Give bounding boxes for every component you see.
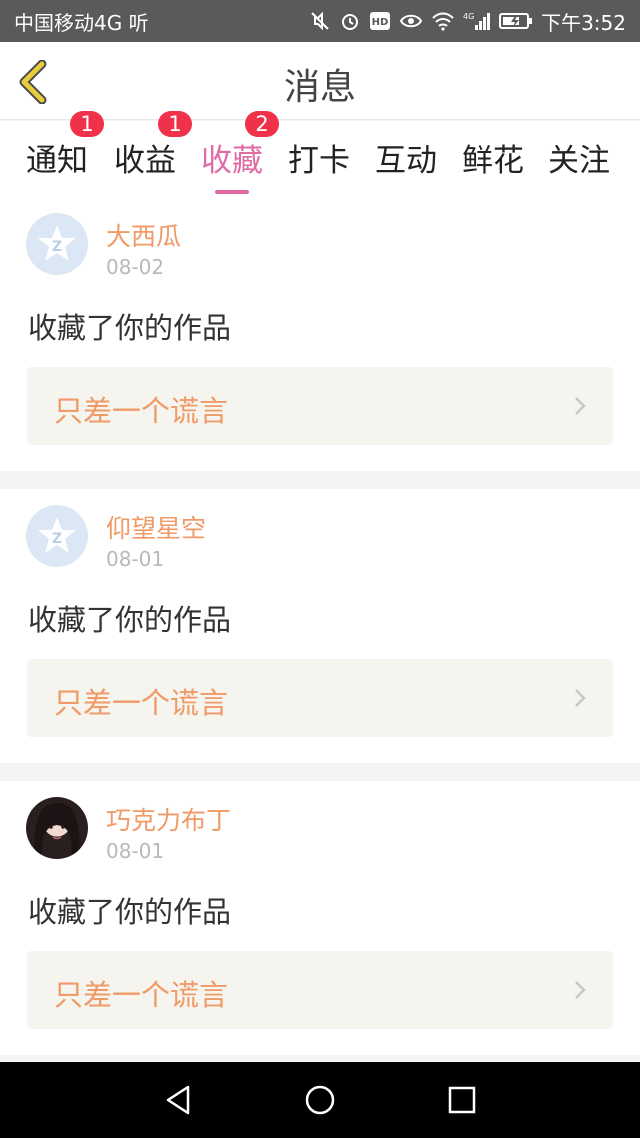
signal-4g-icon: 4G — [463, 10, 491, 32]
tab-notifications[interactable]: 通知 1 — [26, 111, 104, 180]
nav-recents-icon[interactable] — [444, 1082, 480, 1118]
tab-favorites[interactable]: 收藏 2 — [201, 111, 279, 194]
tab-interactions[interactable]: 互动 — [375, 135, 437, 180]
tab-earnings[interactable]: 收益 1 — [114, 111, 192, 180]
eye-icon — [399, 10, 423, 32]
tab-bar: 通知 1 收益 1 收藏 2 打卡 互动 鲜花 关注 — [0, 111, 640, 197]
status-icons: HD 4G 下午3:52 — [309, 7, 626, 36]
nav-home-icon[interactable] — [302, 1082, 338, 1118]
message-item: Z 大西瓜 08-02 收藏了你的作品 只差一个谎言 — [0, 197, 640, 471]
tab-label: 收藏 — [201, 143, 263, 179]
message-item: Z 仰望星空 08-01 收藏了你的作品 只差一个谎言 — [0, 489, 640, 763]
svg-text:Z: Z — [52, 239, 62, 255]
chevron-right-icon — [575, 981, 586, 999]
active-tab-indicator — [215, 190, 249, 194]
carrier-label: 中国移动4G 听 — [14, 10, 149, 35]
mute-icon — [309, 10, 331, 32]
system-nav-bar — [0, 1062, 640, 1138]
chevron-right-icon — [575, 397, 586, 415]
svg-text:4G: 4G — [463, 12, 474, 21]
message-text: 收藏了你的作品 — [28, 895, 232, 929]
username[interactable]: 仰望星空 — [106, 509, 206, 545]
page-title: 消息 — [283, 67, 356, 108]
alarm-icon — [339, 10, 361, 32]
username[interactable]: 巧克力布丁 — [106, 801, 231, 837]
unread-badge: 1 — [70, 111, 104, 137]
unread-badge: 1 — [158, 111, 192, 137]
message-date: 08-01 — [106, 547, 165, 571]
tab-flowers[interactable]: 鲜花 — [462, 135, 524, 180]
tab-label: 互动 — [375, 143, 437, 179]
unread-badge: 2 — [245, 111, 279, 137]
work-link[interactable]: 只差一个谎言 — [27, 367, 613, 445]
default-avatar-icon[interactable]: Z — [26, 505, 88, 567]
tab-checkin[interactable]: 打卡 — [288, 135, 350, 180]
message-text: 收藏了你的作品 — [28, 311, 232, 345]
tab-label: 打卡 — [288, 143, 350, 179]
clock: 下午3:52 — [541, 10, 626, 35]
work-link[interactable]: 只差一个谎言 — [27, 659, 613, 737]
work-title: 只差一个谎言 — [54, 394, 229, 428]
nav-back-icon[interactable] — [160, 1082, 196, 1118]
work-link[interactable]: 只差一个谎言 — [27, 951, 613, 1029]
default-avatar-icon[interactable]: Z — [26, 213, 88, 275]
work-title: 只差一个谎言 — [54, 978, 229, 1012]
battery-charging-icon — [499, 10, 533, 32]
hd-icon: HD — [369, 10, 391, 32]
username[interactable]: 大西瓜 — [106, 217, 181, 253]
user-avatar[interactable] — [26, 797, 88, 859]
message-text: 收藏了你的作品 — [28, 603, 232, 637]
work-title: 只差一个谎言 — [54, 686, 229, 720]
message-item: 巧克力布丁 08-01 收藏了你的作品 只差一个谎言 — [0, 781, 640, 1055]
tab-following[interactable]: 关注 — [548, 135, 610, 180]
svg-text:Z: Z — [52, 531, 62, 547]
message-date: 08-01 — [106, 839, 165, 863]
chevron-right-icon — [575, 689, 586, 707]
message-date: 08-02 — [106, 255, 165, 279]
tab-label: 收益 — [114, 143, 176, 179]
tab-label: 关注 — [548, 143, 610, 179]
wifi-icon — [431, 10, 455, 32]
tab-label: 通知 — [26, 143, 88, 179]
app-header: 消息 — [0, 42, 640, 120]
svg-text:HD: HD — [372, 17, 389, 28]
status-bar: 中国移动4G 听 HD 4G 下午3:52 — [0, 0, 640, 42]
tab-label: 鲜花 — [462, 143, 524, 179]
